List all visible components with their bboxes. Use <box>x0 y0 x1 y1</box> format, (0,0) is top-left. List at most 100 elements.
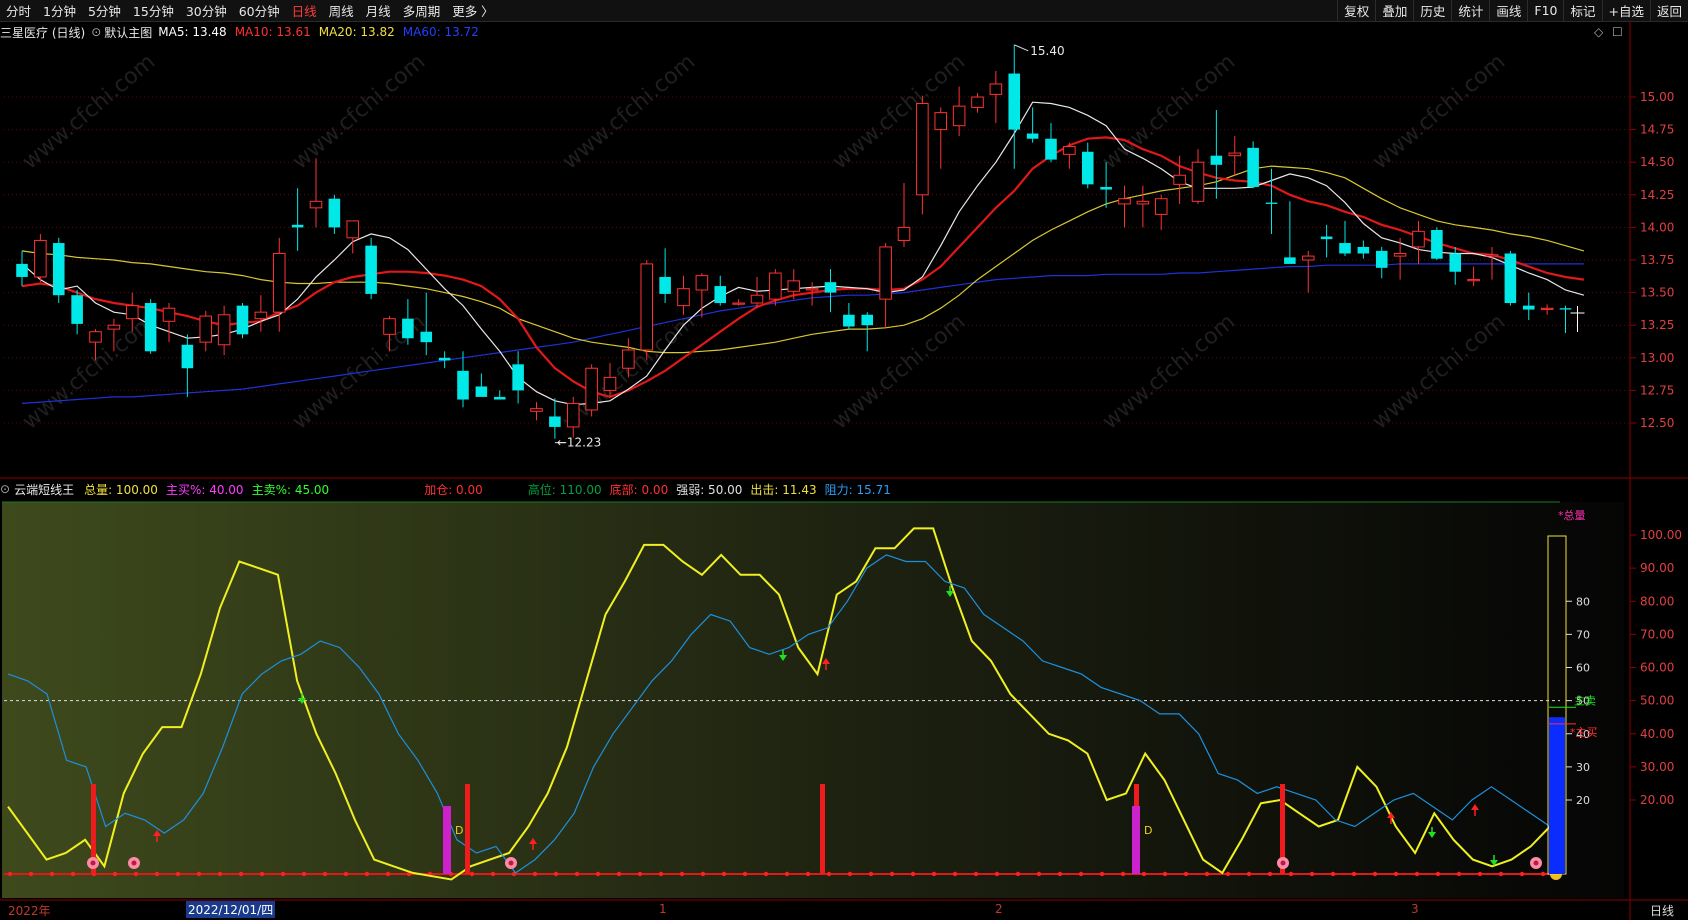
candle-body-down <box>438 357 451 361</box>
baseline-dot <box>658 871 664 877</box>
candle-body-up <box>1485 254 1499 257</box>
baseline-dot <box>1267 871 1273 877</box>
candle-body-down <box>16 263 28 277</box>
candle-body-down <box>1045 138 1057 160</box>
candle-body-up <box>1467 279 1480 282</box>
candle-body-up <box>1063 146 1076 155</box>
baseline-dot <box>1036 871 1042 877</box>
baseline-dot <box>217 871 223 877</box>
gauge-buy-label: *主买 <box>1570 726 1598 739</box>
candle-body-up <box>346 220 360 239</box>
watermark-text: www.cfchi.com <box>828 49 970 174</box>
indicator-tick-label: 20.00 <box>1640 793 1674 807</box>
baseline-dot <box>868 871 874 877</box>
baseline-dot <box>1288 871 1294 877</box>
d-label: D <box>1144 824 1152 837</box>
candle-body-up <box>1301 255 1315 261</box>
candle-body-down <box>181 344 194 369</box>
baseline-dot <box>1540 871 1546 877</box>
candle-body-up <box>107 324 121 330</box>
kline-chart[interactable]: 15.00 14.75 14.50 14.25 14.00 13.75 13.50 13.25… <box>0 0 1688 920</box>
candle-body-up <box>952 105 966 127</box>
candle-body-up <box>769 272 782 300</box>
watermark-text: www.cfchi.com <box>288 49 430 174</box>
baseline-dot <box>1477 871 1483 877</box>
candle-body-up <box>1173 174 1186 185</box>
baseline-dot <box>700 871 706 877</box>
candle-body-up <box>622 349 635 369</box>
candle-body-down <box>1284 257 1296 264</box>
ma60-line <box>21 263 1584 404</box>
candle-body-up <box>805 288 819 291</box>
baseline-dot <box>322 871 328 877</box>
baseline-dot <box>826 871 832 877</box>
baseline-dot <box>595 871 601 877</box>
price-tick-label: 13.50 <box>1640 286 1674 300</box>
candle-body-down <box>144 303 157 352</box>
candle-body-down <box>1522 305 1535 310</box>
price-tick-label: 13.25 <box>1640 318 1674 332</box>
date-cursor: 2022/12/01/四 <box>186 901 276 918</box>
candle-body-down <box>291 224 304 228</box>
price-tick-label: 12.50 <box>1640 416 1674 430</box>
baseline-dot <box>196 871 202 877</box>
baseline-dot <box>175 871 181 877</box>
indicator-tick-label: 90.00 <box>1640 561 1674 575</box>
price-tick-label: 13.00 <box>1640 351 1674 365</box>
baseline-dot <box>1162 871 1168 877</box>
ma20-line <box>21 165 1585 354</box>
gauge-tick-label: 80 <box>1576 595 1590 608</box>
candle-body-up <box>89 331 102 343</box>
gauge-tick-label: 70 <box>1576 628 1590 641</box>
candle-body-down <box>1504 253 1517 304</box>
baseline-dot <box>28 871 34 877</box>
candle-body-up <box>879 246 892 300</box>
high-marker-line <box>1014 44 1029 52</box>
candle-body-up <box>640 263 654 351</box>
candle-body-up <box>971 96 984 108</box>
candle-body-up <box>162 307 176 322</box>
indicator-tick-label: 80.00 <box>1640 594 1674 608</box>
candle-body-down <box>824 282 837 293</box>
candle-body-up <box>934 112 948 131</box>
date-start: 2022年 <box>8 904 51 918</box>
period-tab-daily[interactable]: 日线 <box>1650 902 1674 919</box>
candle-body-down <box>236 305 249 335</box>
candle-body-down <box>1210 155 1223 165</box>
candle-body-down <box>1339 243 1351 254</box>
candle-body-up <box>383 318 396 335</box>
baseline-dot <box>532 871 538 877</box>
candle-body-down <box>328 198 341 228</box>
candle-body-down <box>1375 250 1388 268</box>
baseline-dot <box>133 871 139 877</box>
candle-body-up <box>566 402 580 428</box>
candle-body-up <box>732 302 745 305</box>
candle-body-down <box>1449 253 1462 272</box>
baseline-dot <box>1057 871 1063 877</box>
candle-body-up <box>1540 307 1554 310</box>
candle-body-up <box>695 275 709 291</box>
candle-body-up <box>1191 161 1205 202</box>
candle-body-down <box>861 314 874 326</box>
candle-body-down <box>402 318 414 339</box>
candle-body-down <box>1357 246 1370 254</box>
baseline-dot <box>364 871 370 877</box>
candle-body-up <box>217 314 231 346</box>
indicator-tick-label: 70.00 <box>1640 627 1674 641</box>
candle-body-up <box>530 408 543 412</box>
indicator-tick-label: 100.00 <box>1640 528 1682 542</box>
baseline-dot <box>1498 871 1504 877</box>
baseline-dot <box>1351 871 1357 877</box>
candle-body-up <box>1393 252 1407 257</box>
watermark-text: www.cfchi.com <box>18 309 160 434</box>
candle-body-down <box>1026 133 1039 139</box>
baseline-dot <box>616 871 622 877</box>
baseline-dot <box>574 871 580 877</box>
high-price-label: 15.40 <box>1030 44 1064 58</box>
candle-body-down <box>52 243 65 296</box>
indicator-tick-label: 60.00 <box>1640 661 1674 675</box>
watermark-text: www.cfchi.com <box>1368 309 1510 434</box>
candle-body-down <box>420 331 433 343</box>
baseline-dot <box>490 871 496 877</box>
d-label: D <box>455 824 463 837</box>
